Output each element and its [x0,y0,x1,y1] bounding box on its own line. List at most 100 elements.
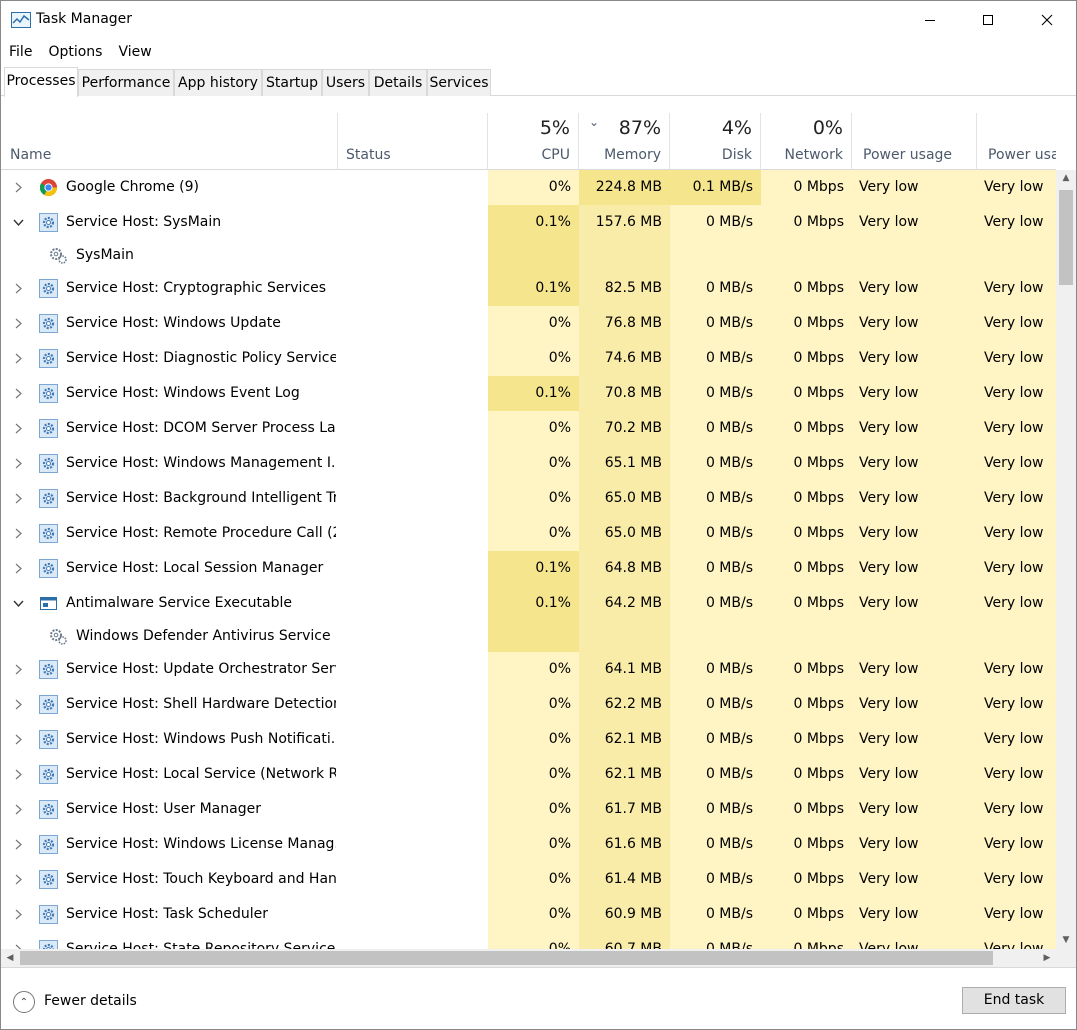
process-row[interactable]: Service Host: SysMain 0.1% 157.6 MB 0 MB/s 0… [1,205,1056,240]
process-row[interactable]: Service Host: Local Session Manager 0.1% 6… [1,551,1056,586]
chevron-right-icon[interactable] [11,722,25,757]
chevron-right-icon[interactable] [11,932,25,949]
chevron-right-icon[interactable] [11,516,25,551]
gear-icon [39,384,58,403]
tab-app-history[interactable]: App history [174,69,262,96]
process-row[interactable]: Service Host: Cryptographic Services 0.1%… [1,271,1056,306]
process-name: Service Host: DCOM Server Process La... [66,420,336,436]
scroll-left-arrow-icon[interactable]: ◀ [1,949,19,967]
column-power-usage[interactable]: Power usage [852,113,977,170]
scroll-up-arrow-icon[interactable]: ▲ [1056,170,1076,187]
memory-value: 64.2 MB [579,586,670,621]
chevron-right-icon[interactable] [11,757,25,792]
minimize-icon [925,20,935,21]
process-row[interactable]: Service Host: Windows Event Log 0.1% 70.8 … [1,376,1056,411]
process-row[interactable]: Service Host: Windows License Manag... 0%… [1,827,1056,862]
chevron-right-icon[interactable] [11,862,25,897]
process-row[interactable]: Service Host: Task Scheduler 0% 60.9 MB 0 M… [1,897,1056,932]
power-usage-trend-value: Very low [977,586,1056,621]
process-row[interactable]: Service Host: Windows Update 0% 76.8 MB 0 M… [1,306,1056,341]
disk-value: 0 MB/s [670,271,761,306]
menu-view[interactable]: View [110,41,159,63]
cpu-value: 0% [488,897,579,932]
child-service-row[interactable]: Windows Defender Antivirus Service [1,621,1056,652]
column-network[interactable]: 0% Network [761,113,852,170]
chevron-right-icon[interactable] [11,376,25,411]
menu-options[interactable]: Options [40,41,110,63]
close-button[interactable] [1018,1,1076,39]
process-row[interactable]: Service Host: Shell Hardware Detection 0%… [1,687,1056,722]
power-usage-trend-value: Very low [977,932,1056,949]
column-power-usage-trend[interactable]: Power usage t [977,113,1056,170]
tab-startup[interactable]: Startup [262,69,322,96]
network-value: 0 Mbps [761,862,852,897]
scroll-right-arrow-icon[interactable]: ▶ [1038,949,1056,967]
chevron-down-icon[interactable] [11,586,25,621]
column-status[interactable]: Status [338,113,488,170]
fewer-details-link[interactable]: Fewer details [44,993,137,1009]
power-usage-value: Very low [852,516,977,551]
process-row[interactable]: Service Host: State Repository Service 0%… [1,932,1056,949]
memory-value: 61.4 MB [579,862,670,897]
chevron-right-icon[interactable] [11,897,25,932]
maximize-button[interactable] [959,1,1017,39]
column-memory[interactable]: ⌄ 87% Memory [579,113,670,170]
chevron-right-icon[interactable] [11,306,25,341]
memory-value: 70.2 MB [579,411,670,446]
minimize-button[interactable] [901,1,959,39]
chevron-right-icon[interactable] [11,271,25,306]
chevron-right-icon[interactable] [11,827,25,862]
process-row[interactable]: Service Host: Remote Procedure Call (2) 0… [1,516,1056,551]
memory-value: 65.0 MB [579,481,670,516]
process-row[interactable]: Service Host: User Manager 0% 61.7 MB 0 MB/… [1,792,1056,827]
disk-value: 0 MB/s [670,932,761,949]
tab-processes[interactable]: Processes [4,67,78,97]
process-row[interactable]: Service Host: Background Intelligent Tr.… [1,481,1056,516]
process-row[interactable]: Antimalware Service Executable 0.1% 64.2 M… [1,586,1056,621]
process-row[interactable]: Service Host: Touch Keyboard and Han... 0… [1,862,1056,897]
column-cpu[interactable]: 5% CPU [488,113,579,170]
tab-details[interactable]: Details [369,69,427,96]
chevron-down-icon[interactable] [11,205,25,240]
cpu-value: 0% [488,757,579,792]
chevron-right-icon[interactable] [11,551,25,586]
power-usage-trend-value: Very low [977,341,1056,376]
vertical-scroll-thumb[interactable] [1059,190,1073,285]
vertical-scrollbar[interactable]: ▲ ▼ [1056,170,1076,949]
chevron-right-icon[interactable] [11,792,25,827]
cpu-value: 0% [488,687,579,722]
chevron-right-icon[interactable] [11,411,25,446]
chevron-right-icon[interactable] [11,652,25,687]
chevron-right-icon[interactable] [11,170,25,205]
end-task-button[interactable]: End task [962,987,1066,1014]
tab-performance[interactable]: Performance [78,69,174,96]
process-row[interactable]: Service Host: Local Service (Network R..… [1,757,1056,792]
process-row[interactable]: Service Host: Update Orchestrator Serv..… [1,652,1056,687]
power-usage-trend-value: Very low [977,271,1056,306]
chevron-right-icon[interactable] [11,481,25,516]
tab-services[interactable]: Services [427,69,491,96]
chevron-right-icon[interactable] [11,687,25,722]
tab-users[interactable]: Users [322,69,369,96]
chevron-up-circle-icon[interactable]: ⌃ [13,991,35,1013]
column-name[interactable]: Name [1,113,338,170]
disk-total-percent: 4% [721,117,752,139]
chevron-right-icon[interactable] [11,341,25,376]
process-name: Service Host: Windows Update [66,315,281,331]
memory-value [579,240,670,271]
process-row[interactable]: Service Host: DCOM Server Process La... 0… [1,411,1056,446]
cpu-value: 0% [488,932,579,949]
process-row[interactable]: Google Chrome (9) 0% 224.8 MB 0.1 MB/s 0 Mbp… [1,170,1056,205]
process-row[interactable]: Service Host: Windows Management I... 0% 6… [1,446,1056,481]
process-row[interactable]: Service Host: Diagnostic Policy Service 0… [1,341,1056,376]
menu-file[interactable]: File [1,41,40,63]
scroll-down-arrow-icon[interactable]: ▼ [1056,932,1076,949]
power-usage-trend-value: Very low [977,170,1056,205]
process-row[interactable]: Service Host: Windows Push Notificati...… [1,722,1056,757]
horizontal-scrollbar[interactable]: ◀ ▶ [1,949,1056,967]
chevron-right-icon[interactable] [11,446,25,481]
power-usage-value: Very low [852,306,977,341]
horizontal-scroll-thumb[interactable] [20,951,993,965]
column-disk[interactable]: 4% Disk [670,113,761,170]
child-service-row[interactable]: SysMain [1,240,1056,271]
